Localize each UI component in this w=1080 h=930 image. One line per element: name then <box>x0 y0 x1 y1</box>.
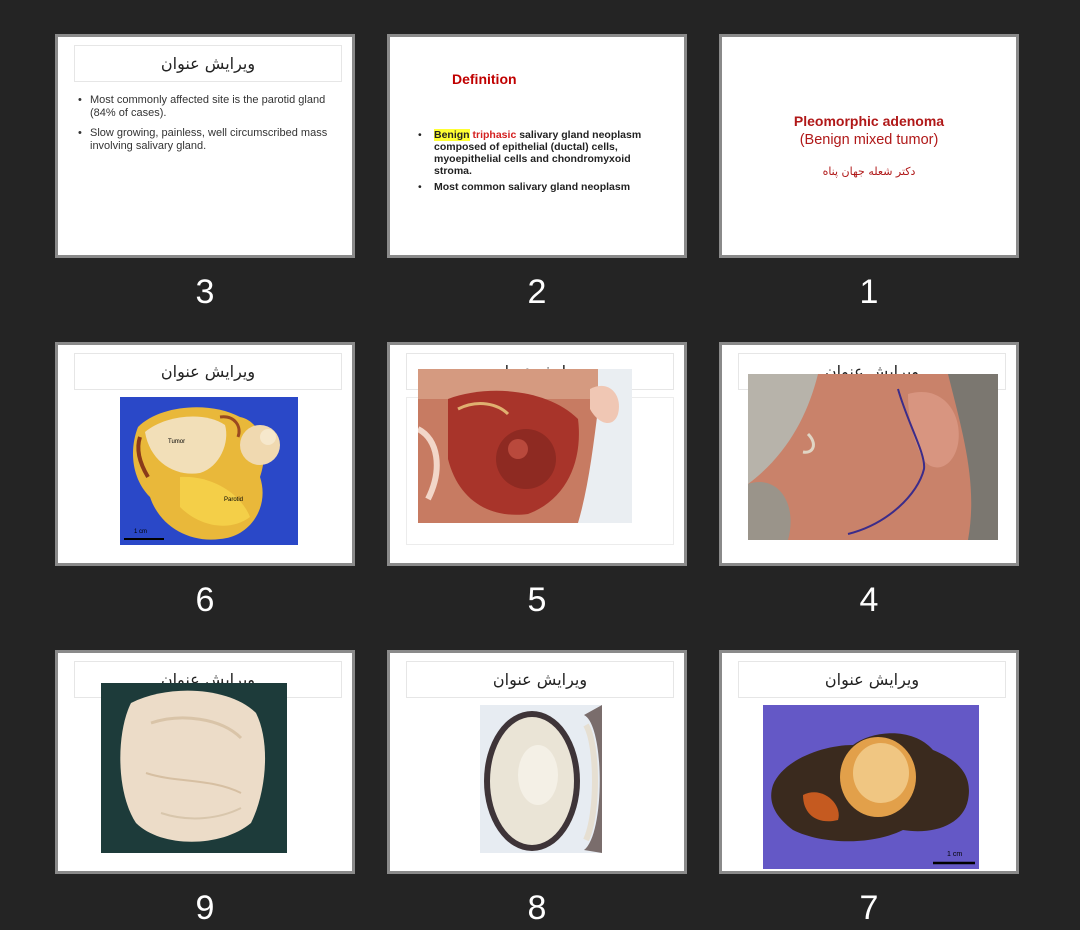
slide-number-label: 6 <box>195 581 215 619</box>
slide-thumbnail-8[interactable]: ویرایش عنوان <box>387 650 687 874</box>
patient-photo <box>748 374 998 540</box>
slide-number-label: 8 <box>527 889 547 927</box>
slide-author: دکتر شعله جهان پناه <box>822 165 916 178</box>
slide-thumbnail-2[interactable]: Definition • Benign triphasic salivary g… <box>387 34 687 258</box>
bullet-item: • Most common salivary gland neoplasm <box>418 181 631 193</box>
slide-heading: Definition <box>452 71 517 87</box>
specimen-photo <box>101 683 287 853</box>
image-scale-label: 1 cm <box>134 529 148 535</box>
slide-thumbnail-1[interactable]: Pleomorphic adenoma (Benign mixed tumor)… <box>719 34 1019 258</box>
slide-thumbnail-6[interactable]: ویرایش عنوان Tumor Parotid 1 cm <box>55 342 355 566</box>
gross-specimen-image: 1 cm <box>763 705 979 869</box>
slide-thumbnail-4[interactable]: ویرایش عنوان <box>719 342 1019 566</box>
slide-thumbnail-3[interactable]: ویرایش عنوان • Most commonly affected sit… <box>55 34 355 258</box>
bullet-item: • Slow growing, painless, well circumscri… <box>78 127 328 152</box>
slide-thumbnail-9[interactable]: ویرایش عنوان <box>55 650 355 874</box>
surgical-photo <box>418 369 632 523</box>
highlighted-text: Benign <box>434 129 470 141</box>
bullet-list: • Benign triphasic salivary gland neopla… <box>418 129 658 197</box>
image-label-tumor: Tumor <box>168 439 186 445</box>
slide-title: ویرایش عنوان <box>406 661 674 698</box>
slide-thumbnail-5[interactable]: ویرایش عنوان <box>387 342 687 566</box>
slide-number-label: 2 <box>527 273 547 311</box>
slide-number-label: 9 <box>195 889 215 927</box>
slide-title: ویرایش عنوان <box>738 661 1006 698</box>
slide-subtitle: (Benign mixed tumor) <box>799 132 939 148</box>
gross-specimen-image: Tumor Parotid 1 cm <box>120 397 298 545</box>
slide-number-label: 4 <box>859 581 879 619</box>
slide-title: ویرایش عنوان <box>74 45 342 82</box>
slide-number-label: 5 <box>527 581 547 619</box>
slide-title: ویرایش عنوان <box>74 353 342 390</box>
slide-title: Pleomorphic adenoma <box>793 113 945 129</box>
image-scale-label: 1 cm <box>947 851 963 858</box>
bullet-item: • Most commonly affected site is the paro… <box>78 94 326 119</box>
slide-thumbnail-7[interactable]: ویرایش عنوان 1 cm <box>719 650 1019 874</box>
slide-number-label: 3 <box>195 273 215 311</box>
bullet-item: • Benign triphasic salivary gland neopla… <box>418 129 642 177</box>
slide-number-label: 7 <box>859 889 879 927</box>
slide-number-label: 1 <box>859 273 879 311</box>
cut-surface-photo <box>480 705 602 853</box>
accent-text: triphasic <box>472 129 517 141</box>
image-label-parotid: Parotid <box>224 497 244 503</box>
